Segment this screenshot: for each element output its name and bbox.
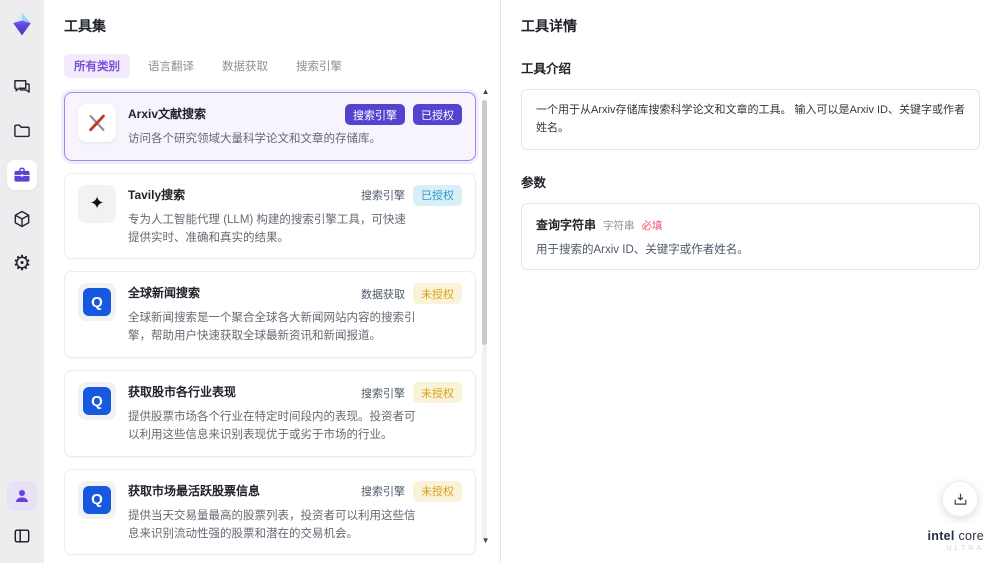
tool-card-active-stocks[interactable]: Q 获取市场最活跃股票信息 搜索引擎 未授权 提供当天交易量最高的股票列表，投资… (64, 468, 476, 556)
auth-status-badge: 未授权 (413, 382, 462, 404)
q-logo-icon: Q (78, 382, 116, 421)
settings-icon: ⚙ (12, 250, 32, 275)
user-icon (13, 487, 31, 505)
intel-core-logo: intel core ULTRA (927, 528, 985, 553)
sidebar-item-user[interactable] (7, 481, 37, 511)
intro-box: 一个用于从Arxiv存储库搜索科学论文和文章的工具。 输入可以是Arxiv ID… (521, 89, 980, 151)
auth-status-badge: 已授权 (413, 104, 462, 125)
tool-name: Tavily搜索 (128, 187, 186, 202)
tab-search-engine[interactable]: 搜索引擎 (286, 54, 352, 78)
auth-status-badge: 未授权 (413, 283, 462, 305)
sidebar-nav: ⚙ (7, 72, 37, 278)
tool-card-global-news[interactable]: Q 全球新闻搜索 数据获取 未授权 全球新闻搜索是一个聚合全球各大新闻网站内容的… (64, 271, 476, 359)
folder-icon (12, 121, 32, 141)
tool-description: 专为人工智能代理 (LLM) 构建的搜索引擎工具，可快速提供实时、准确和真实的结… (128, 213, 406, 244)
category-label: 搜索引擎 (361, 190, 405, 203)
scrollbar-up-arrow[interactable]: ▲ (482, 88, 490, 96)
tab-data-fetch[interactable]: 数据获取 (212, 54, 278, 78)
sidebar-item-settings[interactable]: ⚙ (7, 248, 37, 278)
param-type: 字符串 (603, 220, 635, 233)
tool-description: 提供股票市场各个行业在特定时间段内的表现。投资者可以利用这些信息来识别表现优于或… (128, 411, 416, 441)
sidebar-item-tools[interactable] (7, 160, 37, 190)
tool-card-list: Arxiv文献搜索 搜索引擎 已授权 访问各个研究领域大量科学论文和文章的存储库… (64, 92, 476, 563)
tool-name: 获取市场最活跃股票信息 (128, 483, 261, 498)
category-badge: 搜索引擎 (345, 104, 405, 125)
q-logo-icon: Q (78, 283, 116, 322)
sidebar-bottom (7, 481, 37, 551)
tool-description: 访问各个研究领域大量科学论文和文章的存储库。 (128, 133, 381, 145)
tool-description: 全球新闻搜索是一个聚合全球各大新闻网站内容的搜索引擎，帮助用户快速获取全球最新资… (128, 312, 416, 343)
intro-text: 一个用于从Arxiv存储库搜索科学论文和文章的工具。 输入可以是Arxiv ID… (536, 104, 965, 134)
sidebar-item-cube[interactable] (7, 204, 37, 234)
sidebar-item-chat[interactable] (7, 72, 37, 102)
tool-card-sector-performance[interactable]: Q 获取股市各行业表现 搜索引擎 未授权 提供股票市场各个行业在特定时间段内的表… (64, 370, 476, 457)
tool-card-tavily[interactable]: ✦ Tavily搜索 搜索引擎 已授权 专为人工智能代理 (LLM) 构建的搜索… (64, 172, 476, 260)
tool-detail-panel: 工具详情 工具介绍 一个用于从Arxiv存储库搜索科学论文和文章的工具。 输入可… (500, 0, 1000, 563)
q-logo-icon: Q (78, 480, 116, 519)
tab-all-categories[interactable]: 所有类别 (64, 54, 130, 78)
app-window: ⚙ 工具集 所有类别 语言翻译 数据获取 搜索引擎 Arxiv文献搜索 搜索引擎… (0, 0, 1000, 563)
panel-icon (12, 526, 32, 546)
tool-card-arxiv[interactable]: Arxiv文献搜索 搜索引擎 已授权 访问各个研究领域大量科学论文和文章的存储库… (64, 92, 476, 161)
brand-intel: intel (927, 528, 955, 543)
category-label: 搜索引擎 (361, 486, 405, 499)
page-title: 工具集 (64, 18, 106, 34)
cube-icon (12, 209, 32, 229)
tool-name: 获取股市各行业表现 (128, 385, 237, 400)
param-description: 用于搜索的Arxiv ID、关键字或作者姓名。 (536, 244, 749, 257)
auth-status-badge: 未授权 (413, 480, 462, 502)
scrollbar-thumb[interactable] (482, 100, 487, 345)
detail-title: 工具详情 (521, 18, 577, 34)
sidebar-item-panel-toggle[interactable] (7, 521, 37, 551)
briefcase-icon (12, 165, 32, 185)
tool-name: Arxiv文献搜索 (128, 107, 207, 121)
category-label: 搜索引擎 (361, 387, 405, 400)
app-logo (6, 8, 38, 40)
download-button[interactable] (942, 481, 978, 517)
params-heading: 参数 (521, 176, 547, 191)
intro-heading: 工具介绍 (521, 62, 572, 76)
param-required-label: 必填 (641, 220, 663, 233)
arxiv-x-icon (78, 104, 116, 142)
chat-icon (12, 77, 32, 97)
sparkle-icon: ✦ (78, 184, 116, 223)
tool-name: 全球新闻搜索 (128, 286, 201, 301)
tool-description: 提供当天交易量最高的股票列表，投资者可以利用这些信息来识别流动性强的股票和潜在的… (128, 509, 416, 540)
sidebar-item-folder[interactable] (7, 116, 37, 146)
category-tabs: 所有类别 语言翻译 数据获取 搜索引擎 (64, 54, 476, 78)
download-icon (952, 491, 969, 508)
param-name: 查询字符串 (536, 218, 597, 233)
param-box: 查询字符串 字符串 必填 用于搜索的Arxiv ID、关键字或作者姓名。 (521, 203, 980, 271)
category-label: 数据获取 (361, 288, 405, 301)
tab-translation[interactable]: 语言翻译 (138, 54, 204, 78)
sidebar: ⚙ (0, 0, 44, 563)
tool-list-panel: 工具集 所有类别 语言翻译 数据获取 搜索引擎 Arxiv文献搜索 搜索引擎 已… (44, 0, 500, 563)
brand-core: core (954, 528, 984, 543)
brand-ultra: ULTRA (946, 545, 984, 553)
auth-status-badge: 已授权 (413, 184, 462, 206)
scrollbar-down-arrow[interactable]: ▼ (482, 537, 490, 545)
